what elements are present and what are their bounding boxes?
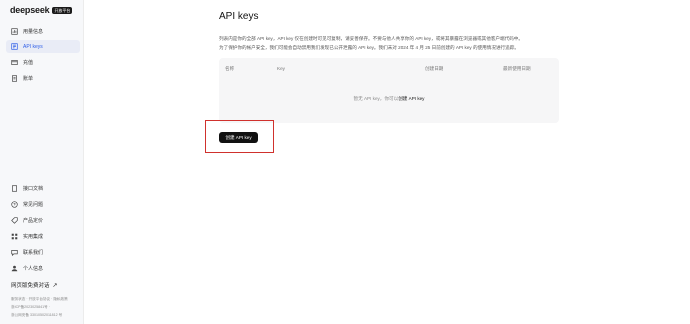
sidebar-item-label: 充值 (23, 60, 34, 66)
sidebar-item-integrations[interactable]: 实用集成 (6, 230, 80, 243)
chart-icon (11, 28, 18, 35)
sidebar-item-label: 常见问题 (23, 202, 44, 208)
sidebar-item-pricing[interactable]: 产品定价 (6, 214, 80, 227)
sidebar-item-label: 联系我们 (23, 250, 44, 256)
help-icon (11, 201, 18, 208)
bill-icon (11, 75, 18, 82)
sidebar-item-api-docs[interactable]: 接口文档 (6, 182, 80, 195)
column-header-created: 创建日期 (425, 66, 444, 71)
page-description: 列表内是你的全部 API key，API key 仅在创建时可见可复制，请妥善保… (219, 34, 649, 52)
description-line: 列表内是你的全部 API key，API key 仅在创建时可见可复制，请妥善保… (219, 36, 523, 41)
sidebar-item-api-keys[interactable]: API keys (6, 40, 80, 53)
page-title: API keys (219, 11, 259, 22)
price-icon (11, 217, 18, 224)
column-header-last-used: 最新使用日期 (503, 66, 531, 71)
web-chat-link[interactable]: 网页版免费对话 ↗ (11, 281, 58, 290)
sidebar: deepseek 开放平台 用量信息 API keys 充值 账单 接口文档 常… (0, 0, 84, 324)
main-content: API keys 列表内是你的全部 API key，API key 仅在创建时可… (84, 0, 690, 324)
logo[interactable]: deepseek 开放平台 (10, 4, 73, 16)
empty-state: 暂无 API key，你可以创建 API key (219, 96, 559, 102)
integration-icon (11, 233, 18, 240)
sidebar-item-faq[interactable]: 常见问题 (6, 198, 80, 211)
sidebar-item-label: 用量信息 (23, 29, 44, 35)
column-header-name: 名称 (225, 66, 235, 71)
brand-name: deepseek (10, 5, 50, 15)
description-line: 为了保护你的帐户安全，我们可能会自动禁用我们发现已公开泄露的 API key。我… (219, 45, 519, 50)
sidebar-item-label: 接口文档 (23, 186, 44, 192)
api-keys-table: 名称 Key 创建日期 最新使用日期 暂无 API key，你可以创建 API … (219, 58, 559, 123)
sidebar-item-label: API keys (23, 43, 43, 50)
footer-links[interactable]: 服务状态 · 开放平台协议 · 隐私政策 (11, 297, 68, 302)
sidebar-item-usage[interactable]: 用量信息 (6, 25, 80, 38)
footer-police-record: 浙公网安备 33010502011812 号 (11, 313, 63, 317)
sidebar-item-billing[interactable]: 账单 (6, 72, 80, 85)
user-icon (11, 265, 18, 272)
external-link-icon: ↗ (52, 282, 58, 289)
sidebar-item-label: 产品定价 (23, 218, 44, 224)
doc-icon (11, 185, 18, 192)
sidebar-item-recharge[interactable]: 充值 (6, 56, 80, 69)
sidebar-item-profile[interactable]: 个人信息 (6, 262, 80, 275)
chat-icon (11, 249, 18, 256)
sidebar-item-label: 个人信息 (23, 266, 44, 272)
sidebar-item-label: 账单 (23, 76, 34, 82)
wallet-icon (11, 59, 18, 66)
key-icon (11, 43, 18, 50)
sidebar-item-contact[interactable]: 联系我们 (6, 246, 80, 259)
sidebar-item-label: 实用集成 (23, 234, 44, 240)
web-chat-link-label: 网页版免费对话 (11, 283, 50, 289)
brand-badge: 开放平台 (52, 6, 73, 14)
empty-state-create-link[interactable]: 创建 API key (398, 96, 424, 101)
footer-icp: 浙ICP备2023025841号 · (11, 305, 50, 309)
create-api-key-button[interactable]: 创建 API key (219, 132, 258, 143)
column-header-key: Key (277, 66, 285, 71)
empty-state-text: 暂无 API key，你可以 (353, 96, 399, 101)
